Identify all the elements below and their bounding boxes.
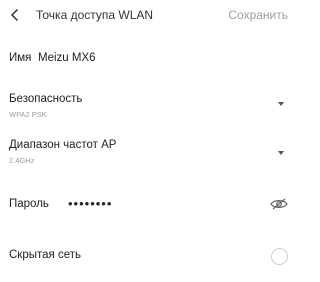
hidden-network-row[interactable]: Скрытая сеть [0,244,300,268]
password-field[interactable]: •••••••• [68,196,112,211]
hidden-network-toggle[interactable] [271,248,288,265]
security-value: WPA2 PSK [9,110,47,119]
password-label: Пароль [9,198,49,210]
back-button[interactable] [6,6,24,24]
wlan-hotspot-screen: Точка доступа WLAN Сохранить Имя Meizu M… [0,0,300,282]
password-row[interactable]: Пароль •••••••• [0,194,300,216]
band-value: 2.4GHz [9,156,35,165]
triangle-down-icon [278,151,284,155]
save-button[interactable]: Сохранить [228,8,288,22]
triangle-down-icon [278,102,284,106]
page-title: Точка доступа WLAN [36,8,154,22]
name-label: Имя [9,52,32,64]
security-label: Безопасность [9,93,83,105]
eye-icon[interactable] [270,197,288,211]
hidden-network-label: Скрытая сеть [9,249,81,261]
name-field[interactable]: Meizu MX6 [38,52,96,64]
name-row[interactable]: Имя Meizu MX6 [0,48,300,72]
band-row[interactable]: Диапазон частот AP 2.4GHz [0,136,300,170]
security-row[interactable]: Безопасность WPA2 PSK [0,90,300,124]
chevron-left-icon [10,8,19,22]
band-label: Диапазон частот AP [9,139,117,151]
header: Точка доступа WLAN Сохранить [0,0,300,30]
